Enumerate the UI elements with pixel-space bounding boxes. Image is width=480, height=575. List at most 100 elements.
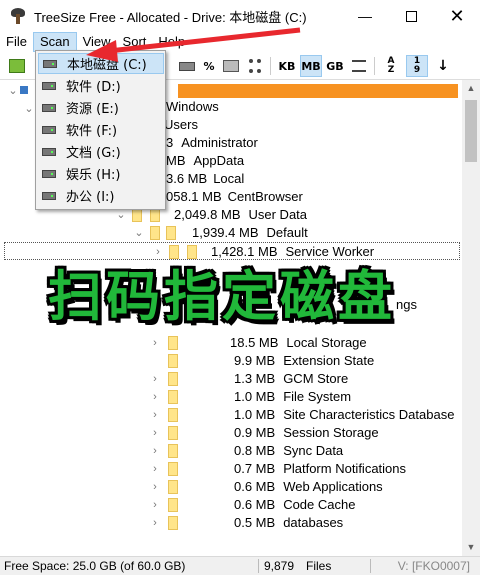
folder-name: File System — [283, 389, 352, 404]
list-view-button[interactable] — [348, 55, 370, 77]
folder-size: 0.5 MB — [234, 515, 276, 530]
close-button[interactable]: ✕ — [434, 0, 480, 32]
drive-label: 文档 (G:) — [66, 146, 121, 161]
minimize-button[interactable]: — — [342, 0, 388, 32]
folder-name: Extension State — [283, 353, 375, 368]
expand-chevron-icon[interactable]: › — [150, 514, 160, 532]
expand-chevron-icon[interactable]: › — [150, 424, 160, 442]
expand-chevron-icon[interactable]: › — [150, 478, 160, 496]
folder-name: Users — [164, 117, 198, 132]
vertical-scrollbar[interactable]: ▲ ▼ — [462, 80, 480, 556]
menu-scan[interactable]: Scan — [32, 32, 77, 52]
menu-view[interactable]: View — [77, 32, 117, 52]
folder-size: 0.6 MB — [234, 497, 276, 512]
scan-menu-dropdown: 本地磁盘 (C:) 软件 (D:) 资源 (E:) 软件 (F:) 文档 (G:… — [35, 50, 166, 210]
folder-name: User Data — [248, 207, 308, 222]
expand-chevron-icon[interactable]: › — [150, 334, 160, 352]
size-bar — [178, 84, 458, 98]
free-space-text: Free Space: 25.0 GB (of 60.0 GB) — [4, 559, 186, 573]
tree-row[interactable]: ⌄ 1,939.4 MB Default — [0, 224, 462, 242]
sort-19-button[interactable]: 1 9 — [406, 55, 428, 77]
folder-name: Site Characteristics Database — [283, 407, 455, 422]
drive-icon — [43, 59, 57, 68]
drive-label: 娱乐 (H:) — [66, 168, 121, 183]
menu-help[interactable]: Help — [152, 32, 191, 52]
folder-size: 0.8 MB — [234, 443, 276, 458]
maximize-button[interactable] — [388, 0, 434, 32]
tree-row[interactable]: › 1.3 MB GCM Store — [0, 370, 462, 388]
tree-row[interactable]: › 0.5 MB databases — [0, 514, 462, 532]
folder-size: 0.9 MB — [234, 425, 276, 440]
scan-drive-f[interactable]: 软件 (F:) — [38, 119, 164, 140]
drive-label: 资源 (E:) — [66, 102, 119, 117]
drive-toolbar-button[interactable] — [176, 55, 198, 77]
tree-row[interactable]: › 0.8 MB Sync Data — [0, 442, 462, 460]
drive-label: 办公 (I:) — [66, 190, 115, 205]
folder-name: Local Storage — [286, 335, 367, 350]
expand-chevron-icon[interactable]: › — [150, 496, 160, 514]
scroll-up-icon[interactable]: ▲ — [462, 80, 480, 97]
folder-icon — [168, 408, 178, 422]
scroll-thumb[interactable] — [465, 100, 477, 162]
folder-size: 1.0 MB — [234, 407, 276, 422]
tree-row[interactable]: 9.9 MB Extension State — [0, 352, 462, 370]
tree-row[interactable]: › 0.9 MB Session Storage — [0, 424, 462, 442]
tree-row[interactable]: › 0.6 MB Web Applications — [0, 478, 462, 496]
folder-name: CentBrowser — [227, 189, 303, 204]
menu-bar: File Scan View Sort Help — [0, 32, 480, 52]
folder-size: 1,939.4 MB — [192, 225, 259, 240]
scan-arrow-icon — [9, 59, 25, 73]
expand-chevron-icon[interactable]: › — [150, 370, 160, 388]
expand-chevron-icon[interactable]: › — [150, 442, 160, 460]
arrow-down-icon: ↓ — [437, 58, 449, 74]
sort-desc-button[interactable]: ↓ — [432, 55, 454, 77]
scan-button[interactable] — [6, 55, 28, 77]
folder-icon — [168, 372, 178, 386]
scan-drive-d[interactable]: 软件 (D:) — [38, 75, 164, 96]
expand-chevron-icon[interactable]: › — [150, 460, 160, 478]
tree-row[interactable]: › 18.5 MB Local Storage — [0, 334, 462, 352]
tree-row[interactable]: › 1.0 MB File System — [0, 388, 462, 406]
maximize-icon — [405, 10, 417, 22]
network-drive-icon — [20, 86, 28, 94]
grid-view-button[interactable] — [244, 55, 266, 77]
menu-sort[interactable]: Sort — [117, 32, 153, 52]
expand-chevron-icon[interactable]: › — [150, 388, 160, 406]
sort-az-button[interactable]: A Z — [380, 55, 402, 77]
scan-drive-g[interactable]: 文档 (G:) — [38, 141, 164, 162]
scroll-down-icon[interactable]: ▼ — [462, 539, 480, 556]
scan-drive-h[interactable]: 娱乐 (H:) — [38, 163, 164, 184]
folder-icon — [166, 226, 176, 240]
gb-button[interactable]: GB — [324, 55, 346, 77]
drive-label: 软件 (F:) — [66, 124, 118, 139]
menu-file[interactable]: File — [0, 32, 33, 52]
folder-icon — [150, 226, 160, 240]
folder-name: Web Applications — [283, 479, 383, 494]
expand-chevron-icon[interactable]: › — [150, 406, 160, 424]
folder-name: Default — [266, 225, 308, 240]
drive-icon — [42, 103, 56, 112]
scan-drive-e[interactable]: 资源 (E:) — [38, 97, 164, 118]
mb-button[interactable]: MB — [300, 55, 322, 77]
tree-row[interactable]: › 0.6 MB Code Cache — [0, 496, 462, 514]
folder-icon — [168, 444, 178, 458]
folder-size: 1.0 MB — [234, 389, 276, 404]
print-button[interactable] — [220, 55, 242, 77]
window-title: TreeSize Free - Allocated - Drive: 本地磁盘 … — [34, 9, 307, 25]
folder-size: 0.6 MB — [234, 479, 276, 494]
scan-drive-i[interactable]: 办公 (I:) — [38, 185, 164, 206]
kb-button[interactable]: KB — [276, 55, 298, 77]
percent-label: % — [203, 59, 215, 73]
scan-drive-c[interactable]: 本地磁盘 (C:) — [38, 53, 164, 74]
folder-name: Session Storage — [283, 425, 379, 440]
expand-chevron-icon[interactable]: ⌄ — [134, 224, 144, 242]
folder-icon — [168, 426, 178, 440]
folder-icon — [168, 498, 178, 512]
list-icon — [352, 60, 366, 72]
tree-row[interactable]: › 1.0 MB Site Characteristics Database — [0, 406, 462, 424]
percent-button[interactable]: % — [198, 55, 220, 77]
tree-row[interactable]: › 0.7 MB Platform Notifications — [0, 460, 462, 478]
drive-icon — [42, 147, 56, 156]
grid-icon — [249, 59, 261, 73]
folder-size: 1.3 MB — [234, 371, 276, 386]
